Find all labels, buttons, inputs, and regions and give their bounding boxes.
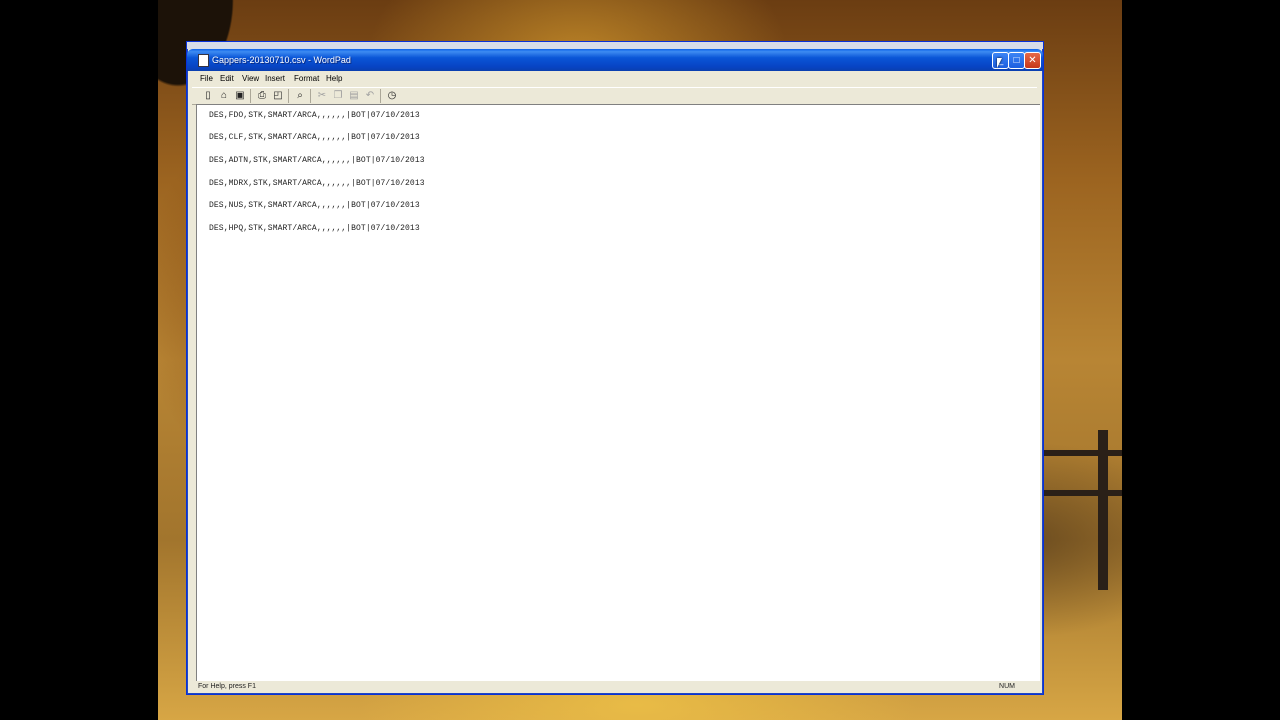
status-num-lock: NUM xyxy=(999,683,1015,690)
menu-bar: File Edit View Insert Format Help xyxy=(192,71,1037,86)
menu-format[interactable]: Format xyxy=(294,71,319,86)
menu-edit[interactable]: Edit xyxy=(220,71,234,86)
menu-help[interactable]: Help xyxy=(326,71,342,86)
close-button[interactable]: ✕ xyxy=(1024,52,1041,69)
mouse-cursor-icon xyxy=(997,58,1002,68)
document-line: DES,NUS,STK,SMART/ARCA,,,,,,|BOT|07/10/2… xyxy=(209,201,420,210)
toolbar-separator xyxy=(380,89,381,103)
toolbar-separator xyxy=(288,89,289,103)
datetime-icon[interactable]: ◷ xyxy=(386,90,398,102)
print-icon[interactable]: ⎙ xyxy=(256,90,268,102)
open-icon[interactable]: ⌂ xyxy=(218,90,230,102)
cut-icon[interactable]: ✂ xyxy=(316,90,328,102)
document-line: DES,CLF,STK,SMART/ARCA,,,,,,|BOT|07/10/2… xyxy=(209,133,420,142)
title-bar[interactable]: Gappers-20130710.csv - WordPad _ □ ✕ xyxy=(187,49,1043,71)
find-icon[interactable]: ⌕ xyxy=(294,90,306,102)
print-preview-icon[interactable]: ◰ xyxy=(272,90,284,102)
wordpad-window: Gappers-20130710.csv - WordPad _ □ ✕ Fil… xyxy=(186,41,1044,695)
undo-icon[interactable]: ↶ xyxy=(364,90,376,102)
save-icon[interactable]: ▣ xyxy=(234,90,246,102)
menu-file[interactable]: File xyxy=(200,71,213,86)
menu-insert[interactable]: Insert xyxy=(265,71,285,86)
wordpad-app-icon[interactable] xyxy=(198,54,209,67)
document-line: DES,HPQ,STK,SMART/ARCA,,,,,,|BOT|07/10/2… xyxy=(209,224,420,233)
titlebar-shadow xyxy=(187,42,1043,49)
document-area[interactable]: DES,FDO,STK,SMART/ARCA,,,,,,|BOT|07/10/2… xyxy=(196,104,1040,681)
document-line: DES,FDO,STK,SMART/ARCA,,,,,,|BOT|07/10/2… xyxy=(209,111,420,120)
window-title: Gappers-20130710.csv - WordPad xyxy=(212,55,351,65)
status-bar: For Help, press F1 NUM xyxy=(196,681,1039,693)
status-help-text: For Help, press F1 xyxy=(198,683,256,690)
copy-icon[interactable]: ❐ xyxy=(332,90,344,102)
toolbar-separator xyxy=(310,89,311,103)
paste-icon[interactable]: ▤ xyxy=(348,90,360,102)
toolbar: ▯ ⌂ ▣ ⎙ ◰ ⌕ ✂ ❐ ▤ ↶ ◷ xyxy=(192,87,1037,105)
document-line: DES,ADTN,STK,SMART/ARCA,,,,,,|BOT|07/10/… xyxy=(209,156,425,165)
new-icon[interactable]: ▯ xyxy=(202,90,214,102)
menu-view[interactable]: View xyxy=(242,71,259,86)
fence xyxy=(1043,420,1122,590)
toolbar-separator xyxy=(250,89,251,103)
maximize-button[interactable]: □ xyxy=(1008,52,1025,69)
document-line: DES,MDRX,STK,SMART/ARCA,,,,,,|BOT|07/10/… xyxy=(209,179,425,188)
